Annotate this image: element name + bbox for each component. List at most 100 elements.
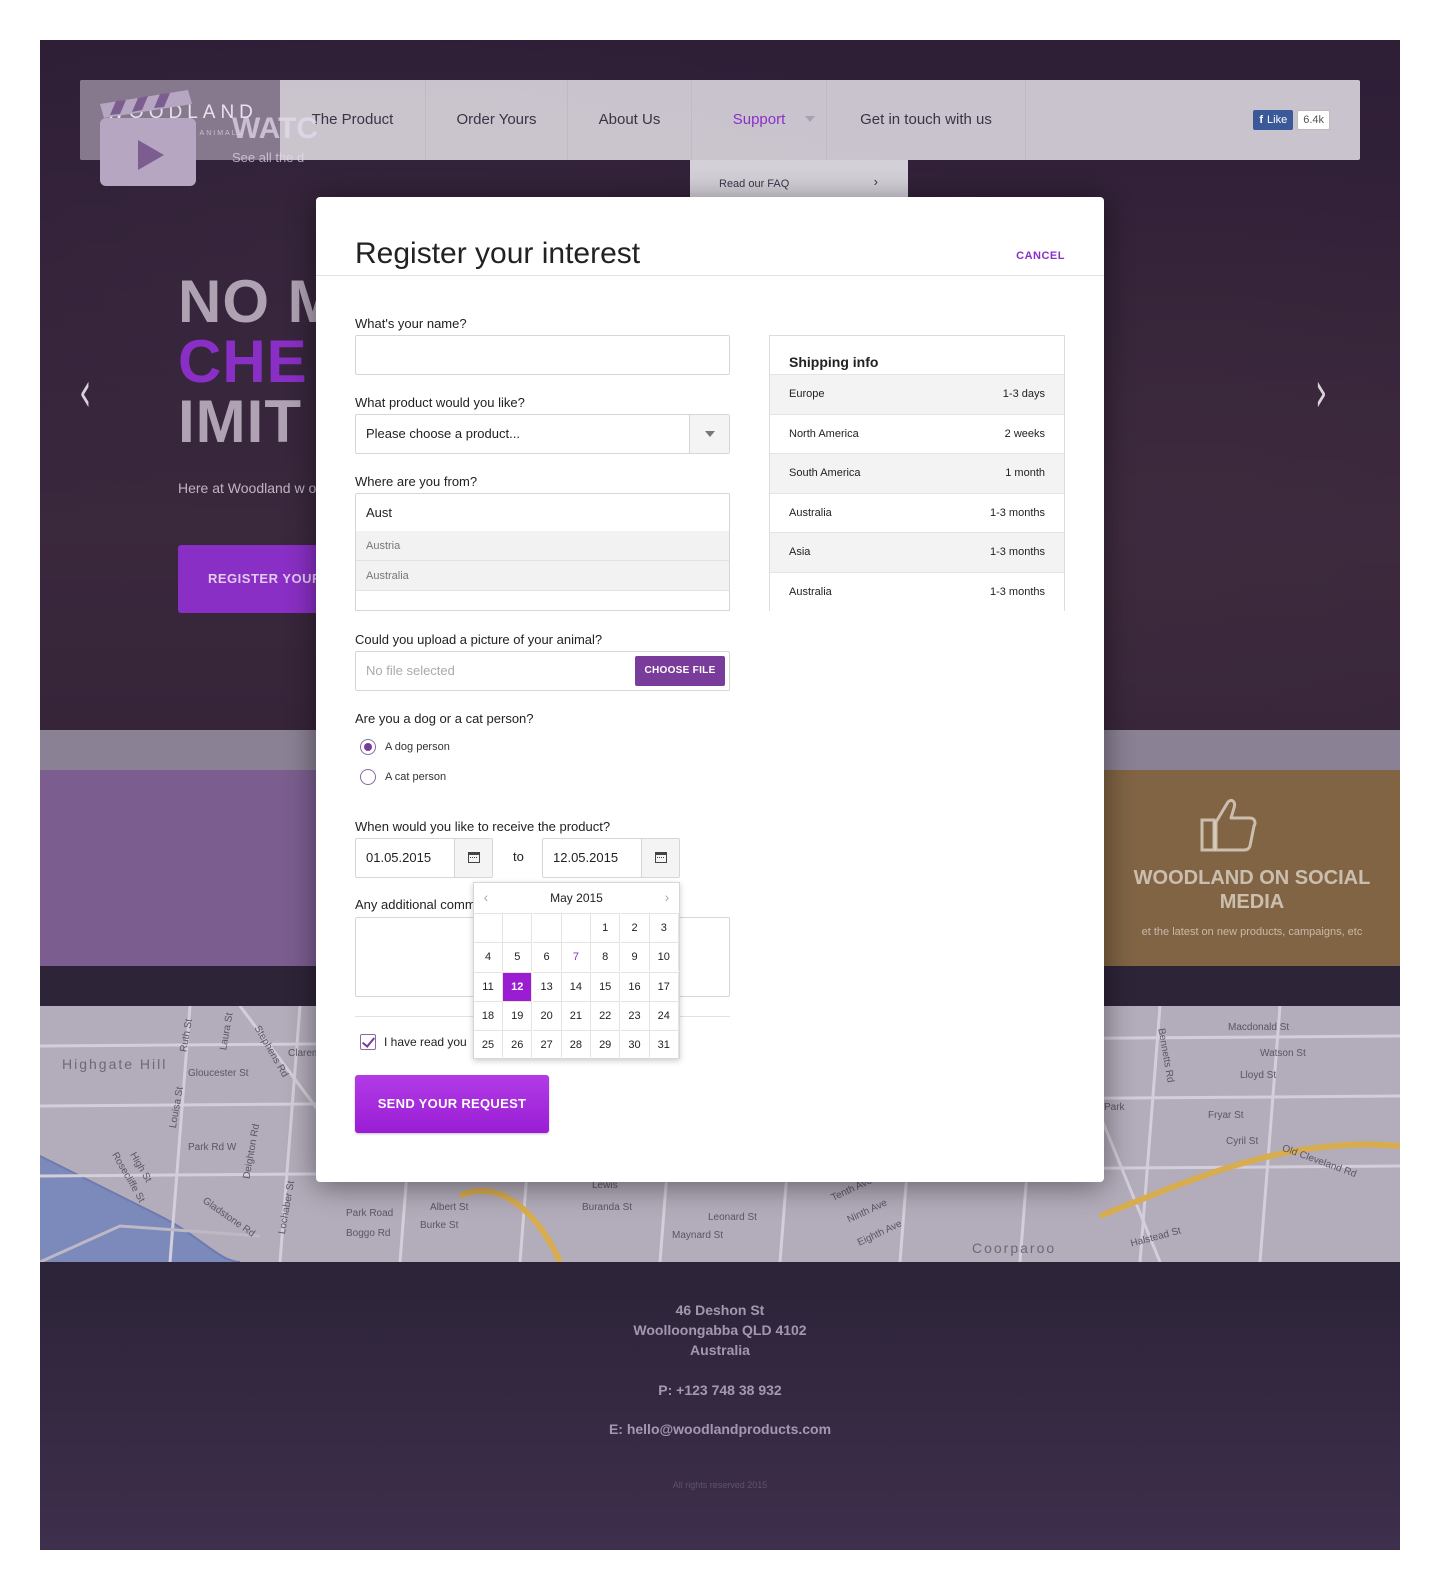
map-label: Fryar St	[1208, 1110, 1244, 1121]
calendar-day[interactable]: 23	[620, 1000, 650, 1030]
terms-label: I have read you	[384, 1035, 467, 1049]
shipping-time: 1 month	[1005, 467, 1045, 479]
country-option-australia[interactable]: Australia	[356, 561, 729, 591]
date-range-separator: to	[513, 849, 524, 864]
upload-label: Could you upload a picture of your anima…	[355, 632, 603, 647]
calendar-day[interactable]: 14	[561, 971, 591, 1001]
nav-item-get-in-touch[interactable]: Get in touch with us	[826, 80, 1026, 160]
product-select-toggle[interactable]	[689, 415, 729, 453]
send-request-button[interactable]: SEND YOUR REQUEST	[355, 1075, 549, 1133]
file-upload-field[interactable]: No file selected CHOOSE FILE	[355, 651, 730, 691]
support-dropdown-faq[interactable]: Read our FAQ ›	[690, 160, 908, 200]
map-label: Park Road	[346, 1208, 394, 1219]
chevron-down-icon[interactable]	[805, 116, 815, 122]
calendar-day[interactable]: 6	[532, 942, 562, 972]
calendar-day[interactable]: 19	[503, 1000, 533, 1030]
country-label: Where are you from?	[355, 474, 478, 489]
calendar-day[interactable]: 20	[532, 1000, 562, 1030]
calendar-month-label: May 2015	[550, 891, 603, 905]
country-suggestions: Austria Australia	[355, 531, 730, 611]
calendar-empty-cell	[503, 913, 533, 942]
calendar-empty-cell	[474, 913, 503, 942]
map-label: Macdonald St	[1228, 1022, 1290, 1033]
country-option-austria[interactable]: Austria	[356, 531, 729, 561]
chevron-right-icon: ›	[873, 174, 878, 189]
calendar-day[interactable]: 25	[474, 1030, 503, 1060]
calendar-day[interactable]: 3	[649, 913, 679, 942]
file-upload-placeholder: No file selected	[366, 663, 455, 678]
radio-cat-person[interactable]: A cat person	[360, 768, 446, 786]
footer-address-line-2: Woolloongabba QLD 4102	[633, 1322, 807, 1338]
map-label: Cyril St	[1226, 1136, 1259, 1147]
calendar-day[interactable]: 22	[591, 1000, 621, 1030]
date-to-field[interactable]: 12.05.2015	[542, 838, 680, 878]
social-media-title: WOODLAND ON SOCIAL MEDIA	[1133, 867, 1371, 913]
footer-address-line-1: 46 Deshon St	[675, 1302, 765, 1318]
shipping-region: Australia	[789, 585, 832, 598]
carousel-prev-icon[interactable]: ‹	[79, 365, 91, 421]
calendar-day[interactable]: 16	[620, 971, 650, 1001]
facebook-like-button[interactable]: f Like	[1253, 110, 1294, 130]
nav-item-about-us[interactable]: About Us	[568, 80, 692, 160]
radio-button[interactable]	[360, 739, 376, 755]
calendar-day[interactable]: 26	[503, 1030, 533, 1060]
terms-checkbox[interactable]	[360, 1034, 376, 1050]
calendar-day[interactable]: 31	[649, 1030, 679, 1060]
facebook-like-widget[interactable]: f Like 6.4k	[1253, 110, 1330, 130]
shipping-region: Australia	[789, 506, 832, 519]
calendar-day[interactable]: 24	[649, 1000, 679, 1030]
product-select[interactable]: Please choose a product...	[355, 414, 730, 454]
date-from-calendar-button[interactable]	[454, 839, 492, 877]
name-input[interactable]	[355, 335, 730, 375]
shipping-row: North America 2 weeks	[770, 413, 1064, 454]
calendar-day[interactable]: 18	[474, 1000, 503, 1030]
calendar-day[interactable]: 11	[474, 971, 503, 1001]
calendar-day[interactable]: 8	[591, 942, 621, 972]
watch-subtitle: See all the d	[232, 150, 305, 165]
calendar-next-month-icon[interactable]: ›	[657, 883, 677, 913]
cancel-button[interactable]: CANCEL	[1016, 250, 1065, 262]
date-to-calendar-button[interactable]	[641, 839, 679, 877]
calendar-day[interactable]: 15	[591, 971, 621, 1001]
calendar-day[interactable]: 27	[532, 1030, 562, 1060]
map-label: Maynard St	[672, 1230, 724, 1241]
map-label: Leonard St	[708, 1212, 757, 1223]
calendar-icon	[468, 852, 480, 863]
map-label: Boggo Rd	[346, 1228, 391, 1239]
footer-phone[interactable]: P: +123 748 38 932	[40, 1382, 1400, 1398]
choose-file-button[interactable]: CHOOSE FILE	[635, 656, 725, 686]
footer-email[interactable]: E: hello@woodlandproducts.com	[40, 1421, 1400, 1437]
date-to-value: 12.05.2015	[553, 850, 619, 865]
carousel-next-icon[interactable]: ›	[1315, 365, 1327, 421]
calendar-day[interactable]: 28	[561, 1030, 591, 1060]
calendar-prev-month-icon[interactable]: ‹	[476, 883, 496, 913]
radio-label: A dog person	[385, 741, 450, 753]
map-label: Buranda St	[582, 1202, 633, 1213]
country-input[interactable]: Aust	[355, 493, 730, 533]
calendar-day[interactable]: 21	[561, 1000, 591, 1030]
calendar-day[interactable]: 12	[503, 971, 533, 1001]
shipping-region: Asia	[789, 546, 811, 558]
nav-item-order-yours[interactable]: Order Yours	[426, 80, 568, 160]
calendar-day[interactable]: 10	[649, 942, 679, 972]
calendar-day[interactable]: 7	[561, 942, 591, 972]
shipping-row: Europe 1-3 days	[770, 374, 1064, 414]
footer-copyright: All rights reserved 2015	[672, 1480, 768, 1490]
footer: 46 Deshon St Woolloongabba QLD 4102 Aust…	[40, 1262, 1400, 1550]
social-media-subtitle: et the latest on new products, campaigns…	[1141, 926, 1363, 938]
radio-dog-person[interactable]: A dog person	[360, 738, 450, 756]
calendar-day[interactable]: 30	[620, 1030, 650, 1060]
calendar-day[interactable]: 17	[649, 971, 679, 1001]
date-picker-popup: May 2015 ‹ › 1 2 3 4 5 6 7 8 9 10 11 12 13 14 15 16 17 18…	[473, 882, 680, 1060]
calendar-day[interactable]: 4	[474, 942, 503, 972]
calendar-day[interactable]: 29	[591, 1030, 621, 1060]
calendar-day[interactable]: 5	[503, 942, 533, 972]
calendar-day[interactable]: 1	[591, 913, 621, 942]
calendar-day[interactable]: 2	[620, 913, 650, 942]
calendar-grid: 1 2 3 4 5 6 7 8 9 10 11 12 13 14 15 16 17 18 19 20 21 22 23 24 2…	[474, 913, 679, 1060]
calendar-day[interactable]: 13	[532, 971, 562, 1001]
calendar-day[interactable]: 9	[620, 942, 650, 972]
date-from-field[interactable]: 01.05.2015	[355, 838, 493, 878]
product-select-value: Please choose a product...	[366, 426, 520, 441]
radio-button[interactable]	[360, 769, 376, 785]
